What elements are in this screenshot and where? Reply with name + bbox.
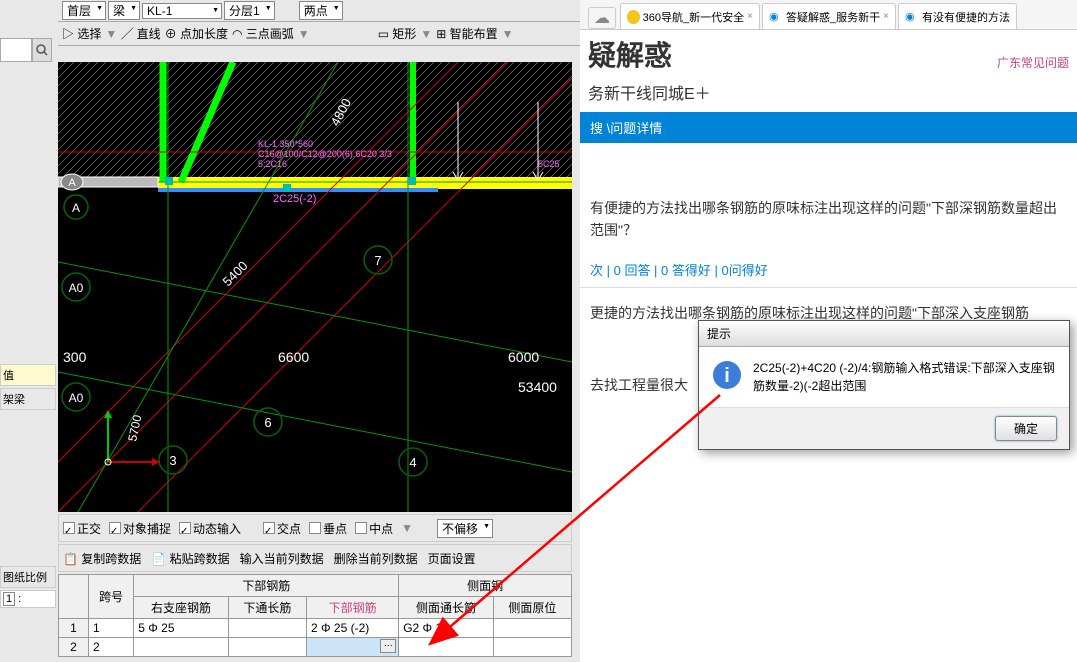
svg-text:6: 6 [264, 415, 271, 430]
smart-tool[interactable]: ⊞ 智能布置 [436, 25, 497, 42]
breadcrumb: 搜 \问题详情 [580, 112, 1077, 143]
cloud-icon[interactable]: ☁ [588, 7, 616, 29]
data-toolbar: 📋 复制跨数据 📄 粘贴跨数据 输入当前列数据 删除当前列数据 页面设置 [58, 544, 572, 572]
svg-text:5700: 5700 [125, 413, 144, 442]
svg-text:5C25: 5C25 [538, 159, 560, 169]
svg-text:53400: 53400 [518, 379, 557, 395]
span-dropdown[interactable]: 分层1 [224, 1, 275, 20]
svg-text:C16@100/C12@200(6).6C20 3/3: C16@100/C12@200(6).6C20 3/3 [258, 149, 392, 159]
page-setup-button[interactable]: 页面设置 [428, 550, 476, 567]
more-button[interactable]: ⋯ [380, 639, 396, 653]
table-row[interactable]: 1 1 5 Φ 25 2 Φ 25 (-2) G2 Φ 16 [59, 619, 572, 638]
dyninput-toggle[interactable]: 动态输入 [179, 520, 241, 537]
svg-text:5;2C16: 5;2C16 [258, 159, 287, 169]
svg-text:i: i [724, 365, 730, 387]
main-toolbar: 首层 梁 KL-1 分层1 两点 [58, 0, 580, 22]
svg-text:2C25(-2): 2C25(-2) [273, 193, 316, 205]
search-box [0, 38, 54, 62]
component-dropdown[interactable]: KL-1 [142, 3, 222, 19]
alert-dialog: 提示 i 2C25(-2)+4C20 (-2)/4:钢筋输入格式错误:下部深入支… [698, 320, 1070, 450]
delete-col-button[interactable]: 删除当前列数据 [334, 550, 418, 567]
mode-dropdown[interactable]: 两点 [299, 1, 343, 20]
col-side-group: 侧面钢 [399, 575, 572, 597]
svg-text:4: 4 [409, 455, 416, 470]
line-tool[interactable]: ╱ 直线 [121, 25, 160, 42]
cross-toggle[interactable]: 交点 [263, 520, 301, 537]
col-sorig[interactable]: 侧面原位 [493, 597, 571, 619]
scale-label: 图纸比例 [0, 566, 56, 588]
svg-text:6000: 6000 [508, 349, 539, 365]
arc-tool[interactable]: ◠ 三点画弧 [232, 25, 294, 42]
status-bar: 正交 对象捕捉 动态输入 交点 垂点 中点 ▼ 不偏移 [58, 514, 572, 542]
copy-span-button[interactable]: 📋 复制跨数据 [63, 550, 141, 567]
svg-text:300: 300 [63, 349, 87, 365]
close-icon[interactable]: × [883, 11, 889, 22]
col-sthrough[interactable]: 侧面通长筋 [399, 597, 494, 619]
drawing-toolbar: ▷ 选择 ▼ ╱ 直线 ⊕ 点加长度 ◠ 三点画弧 ▼ ▭ 矩形 ▼ ⊞ 智能布… [58, 22, 580, 46]
floor-dropdown[interactable]: 首层 [62, 1, 106, 20]
extend-tool[interactable]: ⊕ 点加长度 [165, 25, 228, 42]
svg-text:A0: A0 [69, 391, 84, 405]
paste-span-button[interactable]: 📄 粘贴跨数据 [151, 550, 229, 567]
value-label: 值 [0, 364, 56, 386]
browser-tabs: ☁ 360导航_新一代安全× ◉ 答疑解惑_服务新干× ◉ 有没有便捷的方法 [580, 0, 1077, 30]
drawing-canvas[interactable]: 3 6 4 7 A A0 A0 A 4800 5400 6600 6000 53… [58, 62, 572, 512]
region-link[interactable]: 广东常见问题 [997, 54, 1069, 71]
browser-tab-active[interactable]: ◉ 有没有便捷的方法 [898, 3, 1017, 29]
data-table: 跨号 下部钢筋 侧面钢 右支座钢筋 下通长筋 下部钢筋 侧面通长筋 侧面原位 1… [58, 574, 572, 657]
col-span[interactable]: 跨号 [89, 575, 134, 619]
svg-text:A: A [68, 177, 76, 189]
frame-beam-label: 架梁 [0, 388, 56, 410]
left-panel: 值 架梁 [0, 62, 56, 410]
scale-panel: 图纸比例 1 : [0, 564, 56, 608]
svg-text:6600: 6600 [278, 349, 309, 365]
dialog-title: 提示 [699, 321, 1069, 347]
svg-text:A0: A0 [69, 281, 84, 295]
dialog-message: 2C25(-2)+4C20 (-2)/4:钢筋输入格式错误:下部深入支座钢筋数量… [753, 359, 1057, 395]
svg-text:3: 3 [169, 453, 176, 468]
beam-dropdown[interactable]: 梁 [108, 1, 140, 20]
close-icon[interactable]: × [747, 11, 753, 22]
page-subtitle: 务新干线同城E＋ [580, 78, 1077, 112]
rect-tool[interactable]: ▭ 矩形 [378, 25, 417, 42]
svg-text:A: A [72, 201, 80, 215]
stats-line: 次 | 0 回答 | 0 答得好 | 0问得好 [580, 256, 1077, 283]
question-text: 有便捷的方法找出哪条钢筋的原味标注出现这样的问题"下部深钢筋数量超出范围"？ [580, 183, 1077, 256]
search-button[interactable] [32, 38, 52, 62]
ortho-toggle[interactable]: 正交 [63, 520, 101, 537]
search-input[interactable] [0, 38, 32, 62]
perp-toggle[interactable]: 垂点 [309, 520, 347, 537]
svg-text:KL-1 350*560: KL-1 350*560 [258, 139, 313, 149]
input-col-button[interactable]: 输入当前列数据 [240, 550, 324, 567]
table-row[interactable]: 2 2 ⋯ [59, 638, 572, 657]
selected-cell[interactable]: ⋯ [307, 638, 399, 657]
ok-button[interactable]: 确定 [995, 416, 1057, 441]
col-bottom[interactable]: 下部钢筋 [307, 597, 399, 619]
svg-text:7: 7 [374, 253, 381, 268]
ratio-input[interactable]: 1 [3, 592, 15, 606]
col-rsupport[interactable]: 右支座钢筋 [134, 597, 229, 619]
col-bottom-group: 下部钢筋 [134, 575, 399, 597]
cad-application: 首层 梁 KL-1 分层1 两点 ▷ 选择 ▼ ╱ 直线 ⊕ 点加长度 ◠ 三点… [0, 0, 580, 662]
col-bthrough[interactable]: 下通长筋 [228, 597, 306, 619]
select-tool[interactable]: ▷ 选择 [62, 25, 101, 42]
browser-tab[interactable]: ◉ 答疑解惑_服务新干× [762, 3, 896, 29]
info-icon: i [711, 359, 743, 391]
offset-dropdown[interactable]: 不偏移 [437, 519, 493, 538]
mid-toggle[interactable]: 中点 [355, 520, 393, 537]
snap-toggle[interactable]: 对象捕捉 [109, 520, 171, 537]
browser-tab[interactable]: 360导航_新一代安全× [620, 3, 760, 29]
